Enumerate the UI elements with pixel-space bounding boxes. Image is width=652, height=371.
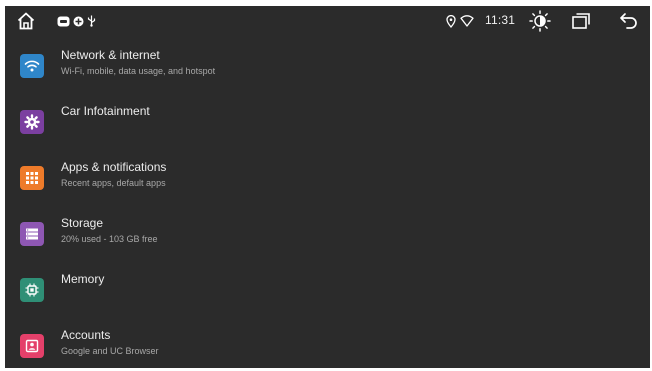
recents-icon: [572, 13, 590, 29]
back-icon: [620, 13, 637, 29]
gear-icon: [24, 114, 40, 130]
recents-button[interactable]: [568, 9, 594, 33]
settings-badge-icon: [73, 16, 84, 26]
apps-tile: [20, 166, 44, 190]
network-tile: [20, 54, 44, 78]
account-icon: [25, 339, 39, 353]
clock: 11:31: [485, 13, 516, 27]
car-infotainment-tile: [20, 110, 44, 134]
settings-item-title: Apps & notifications: [61, 160, 167, 174]
home-icon: [17, 12, 35, 30]
home-button[interactable]: [13, 9, 39, 33]
chip-icon: [25, 283, 39, 297]
media-badge-icon: [57, 16, 70, 26]
settings-item-subtitle: Wi-Fi, mobile, data usage, and hotspot: [61, 66, 216, 76]
status-bar: 11:31: [5, 6, 650, 36]
storage-icon: [26, 228, 38, 240]
settings-item-subtitle: Recent apps, default apps: [61, 178, 166, 188]
brightness-button[interactable]: [527, 9, 553, 33]
notification-icons: [57, 14, 96, 28]
storage-tile: [20, 222, 44, 246]
usb-icon: [87, 15, 96, 27]
settings-item-title: Network & internet: [61, 48, 160, 62]
brightness-icon: [529, 10, 551, 32]
settings-item-accounts[interactable]: Accounts Google and UC Browser: [5, 320, 650, 368]
settings-item-subtitle: 20% used - 103 GB free: [61, 234, 158, 244]
wifi-icon: [24, 60, 40, 72]
apps-grid-icon: [26, 172, 38, 184]
settings-item-title: Storage: [61, 216, 104, 230]
settings-item-car-infotainment[interactable]: Car Infotainment: [5, 96, 650, 148]
settings-item-title: Car Infotainment: [61, 104, 150, 118]
accounts-tile: [20, 334, 44, 358]
settings-item-title: Memory: [61, 272, 105, 286]
back-button[interactable]: [616, 9, 642, 33]
settings-item-title: Accounts: [61, 328, 111, 342]
settings-item-memory[interactable]: Memory: [5, 264, 650, 316]
location-icon: [445, 14, 457, 28]
settings-item-network[interactable]: Network & internet Wi-Fi, mobile, data u…: [5, 40, 650, 92]
settings-screen: 11:31 Network & internet Wi-Fi, mobile, …: [5, 6, 650, 368]
memory-tile: [20, 278, 44, 302]
settings-item-apps[interactable]: Apps & notifications Recent apps, defaul…: [5, 152, 650, 204]
wifi-icon: [460, 15, 474, 27]
settings-item-subtitle: Google and UC Browser: [61, 346, 159, 356]
settings-item-storage[interactable]: Storage 20% used - 103 GB free: [5, 208, 650, 260]
